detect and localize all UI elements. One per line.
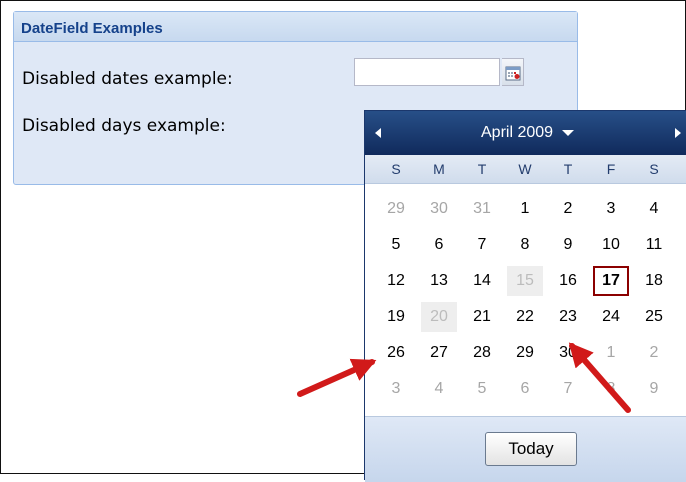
date-cell[interactable]: 9 (550, 230, 586, 260)
date-cell[interactable]: 12 (378, 266, 414, 296)
date-cell[interactable]: 22 (507, 302, 543, 332)
date-cell[interactable]: 1 (507, 194, 543, 224)
disabled-dates-input[interactable] (354, 58, 500, 86)
date-cell[interactable]: 6 (421, 230, 457, 260)
date-trigger-button[interactable] (502, 58, 524, 86)
day-of-week: S (649, 161, 659, 177)
date-cell[interactable]: 16 (550, 266, 586, 296)
day-of-week: S (391, 161, 401, 177)
date-cell[interactable]: 19 (378, 302, 414, 332)
date-cell[interactable]: 4 (421, 374, 457, 404)
date-cell[interactable]: 23 (550, 302, 586, 332)
date-cell[interactable]: 30 (550, 338, 586, 368)
date-cell[interactable]: 9 (636, 374, 672, 404)
disabled-dates-label: Disabled dates example: (22, 69, 233, 89)
date-cell[interactable]: 25 (636, 302, 672, 332)
day-of-week: F (606, 161, 616, 177)
disabled-date-cell: 15 (507, 266, 543, 296)
day-of-week: W (518, 161, 532, 177)
arrow-right-icon[interactable] (671, 125, 685, 141)
date-cell[interactable]: 3 (593, 194, 629, 224)
date-cell[interactable]: 28 (464, 338, 500, 368)
date-picker: April 2009 S M T W T F S 29 30 31 1 2 3 4 5 6 7 8 9… (364, 110, 686, 482)
date-cell[interactable]: 13 (421, 266, 457, 296)
picker-header: April 2009 (365, 111, 686, 155)
disabled-days-label: Disabled days example: (22, 116, 226, 136)
date-cell[interactable]: 21 (464, 302, 500, 332)
disabled-date-cell: 20 (421, 302, 457, 332)
arrow-left-icon[interactable] (371, 125, 385, 141)
day-of-week: M (433, 161, 445, 177)
date-cell[interactable]: 5 (378, 230, 414, 260)
date-cell[interactable]: 4 (636, 194, 672, 224)
date-cell[interactable]: 31 (464, 194, 500, 224)
date-cell[interactable]: 29 (507, 338, 543, 368)
date-cell[interactable]: 2 (636, 338, 672, 368)
date-cell[interactable]: 14 (464, 266, 500, 296)
date-cell[interactable]: 7 (550, 374, 586, 404)
days-of-week-row: S M T W T F S (365, 155, 686, 184)
date-cell[interactable]: 30 (421, 194, 457, 224)
date-cell[interactable]: 7 (464, 230, 500, 260)
date-cell[interactable]: 2 (550, 194, 586, 224)
day-of-week: T (477, 161, 487, 177)
date-cell[interactable]: 3 (378, 374, 414, 404)
panel-title: DateField Examples (14, 12, 577, 42)
picker-footer: Today (365, 416, 686, 482)
today-date-cell[interactable]: 17 (593, 266, 629, 296)
date-cell[interactable]: 27 (421, 338, 457, 368)
date-cell[interactable]: 1 (593, 338, 629, 368)
date-cell[interactable]: 24 (593, 302, 629, 332)
calendar-icon (505, 66, 521, 81)
month-year-label: April 2009 (481, 124, 554, 141)
date-cell[interactable]: 18 (636, 266, 672, 296)
date-cell[interactable]: 6 (507, 374, 543, 404)
date-cell[interactable]: 29 (378, 194, 414, 224)
date-cell[interactable]: 10 (593, 230, 629, 260)
date-cell[interactable]: 11 (636, 230, 672, 260)
date-cell[interactable]: 5 (464, 374, 500, 404)
month-year-button[interactable]: April 2009 (481, 121, 575, 145)
day-of-week: T (563, 161, 573, 177)
date-cell[interactable]: 8 (593, 374, 629, 404)
date-cell[interactable]: 8 (507, 230, 543, 260)
today-button[interactable]: Today (485, 432, 577, 466)
caret-down-icon (562, 130, 575, 136)
date-cell[interactable]: 26 (378, 338, 414, 368)
